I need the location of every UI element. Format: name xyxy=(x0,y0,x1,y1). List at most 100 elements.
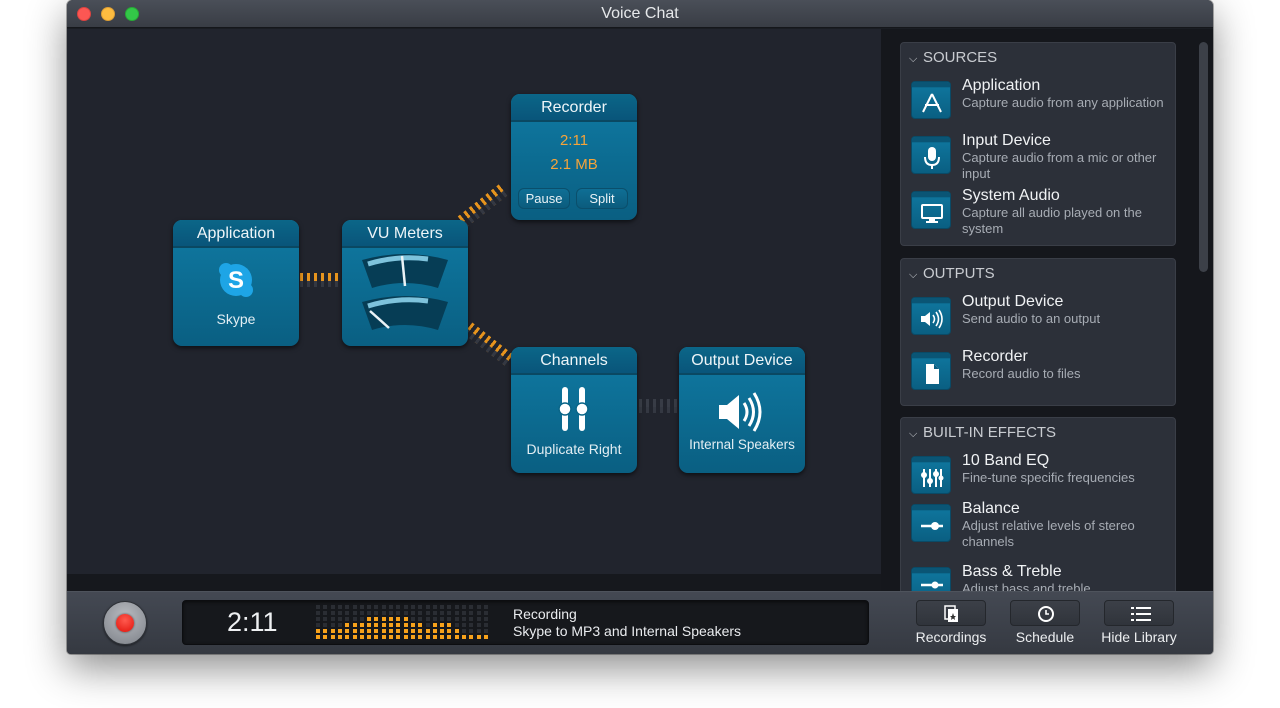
library-item-application[interactable]: Application Capture audio from any appli… xyxy=(911,77,1173,131)
meter-cell xyxy=(316,635,320,639)
meter-cell xyxy=(381,617,386,621)
meter-cell xyxy=(418,623,423,627)
meter-cell xyxy=(337,611,342,615)
meter-cell xyxy=(345,605,350,609)
meter-cell xyxy=(432,623,437,627)
meter-cell xyxy=(381,605,386,609)
meter-cell xyxy=(454,605,459,609)
item-description: Capture audio from any application xyxy=(962,95,1164,110)
section-title: SOURCES xyxy=(923,49,998,66)
status-line-2: Skype to MP3 and Internal Speakers xyxy=(513,623,742,639)
connector-vu-channels xyxy=(463,322,515,367)
meter-cell xyxy=(476,611,481,615)
meter-cell xyxy=(330,617,335,621)
meter-cell xyxy=(425,611,430,615)
meter-cell xyxy=(454,629,459,633)
meter-cell xyxy=(316,623,320,627)
meter-cell xyxy=(403,617,408,621)
item-name: Input Device xyxy=(962,132,1051,149)
node-application[interactable]: Application S Skype xyxy=(173,220,299,346)
meter-cell xyxy=(381,629,386,633)
meter-cell xyxy=(396,605,401,609)
meter-cell xyxy=(367,617,372,621)
split-button[interactable]: Split xyxy=(576,188,628,209)
node-subtitle: Duplicate Right xyxy=(526,441,622,457)
meter-cell xyxy=(359,605,364,609)
item-name: 10 Band EQ xyxy=(962,452,1050,469)
library-item-input-device[interactable]: Input Device Capture audio from a mic or… xyxy=(911,132,1173,186)
library-item-bass-treble[interactable]: Bass & Treble Adjust bass and treble xyxy=(911,563,1173,591)
section-title: OUTPUTS xyxy=(923,265,995,282)
meter-cell xyxy=(323,611,328,615)
meter-cell xyxy=(454,635,459,639)
meter-cell xyxy=(323,629,328,633)
meter-cell xyxy=(352,635,357,639)
meter-cell xyxy=(462,635,466,639)
meter-cell xyxy=(403,623,408,627)
recordings-icon xyxy=(944,605,958,622)
meter-cell xyxy=(345,611,350,615)
record-button[interactable] xyxy=(103,601,147,645)
node-channels[interactable]: Channels Duplicate Right xyxy=(511,347,637,473)
meter-cell xyxy=(396,623,401,627)
section-header[interactable]: ⌵ OUTPUTS xyxy=(901,259,1175,289)
meter-cell xyxy=(418,635,423,639)
meter-cell xyxy=(469,635,474,639)
node-title: Recorder xyxy=(511,94,637,122)
meter-cell xyxy=(330,605,335,609)
meter-cell xyxy=(396,611,401,615)
meter-cell xyxy=(337,623,342,627)
meter-cell xyxy=(367,605,372,609)
section-header[interactable]: ⌵ BUILT-IN EFFECTS xyxy=(901,418,1175,448)
meter-cell xyxy=(447,617,452,621)
pipeline-canvas[interactable]: Application S Skype VU Meters Recorder 2… xyxy=(67,29,881,574)
horizontal-scroll-area[interactable] xyxy=(67,574,881,591)
meter-cell xyxy=(418,605,423,609)
schedule-button[interactable] xyxy=(1010,600,1080,626)
meter-cell xyxy=(432,635,437,639)
meter-cell xyxy=(389,611,393,615)
item-description: Adjust relative levels of stereo channel… xyxy=(962,518,1135,549)
meter-cell xyxy=(440,611,445,615)
section-sources: ⌵ SOURCES Application Capture audio from … xyxy=(900,42,1176,246)
meter-cell xyxy=(374,635,379,639)
meter-cell xyxy=(389,635,393,639)
meter-cell xyxy=(352,605,357,609)
meter-cell xyxy=(476,605,481,609)
meter-cell xyxy=(374,611,379,615)
meter-cell xyxy=(447,635,452,639)
hide-library-button[interactable] xyxy=(1104,600,1174,626)
library-item-recorder[interactable]: Recorder Record audio to files xyxy=(911,348,1173,402)
meter-cell xyxy=(440,605,445,609)
chevron-down-icon: ⌵ xyxy=(909,428,918,440)
node-recorder[interactable]: Recorder 2:11 2.1 MB Pause Split xyxy=(511,94,637,220)
meter-cell xyxy=(440,617,445,621)
library-item-output-device[interactable]: Output Device Send audio to an output xyxy=(911,293,1173,347)
meter-cell xyxy=(359,629,364,633)
meter-cell xyxy=(418,611,423,615)
section-title: BUILT-IN EFFECTS xyxy=(923,424,1057,441)
meter-cell xyxy=(483,605,488,609)
meter-cell xyxy=(316,629,320,633)
node-output-device[interactable]: Output Device Internal Speakers xyxy=(679,347,805,473)
meter-cell xyxy=(483,611,488,615)
section-header[interactable]: ⌵ SOURCES xyxy=(901,43,1175,73)
item-description: Send audio to an output xyxy=(962,311,1101,326)
library-item-10-band-eq[interactable]: 10 Band EQ Fine-tune specific frequencie… xyxy=(911,452,1173,506)
pause-button[interactable]: Pause xyxy=(518,188,570,209)
node-subtitle: Internal Speakers xyxy=(689,437,795,452)
meter-cell xyxy=(345,629,350,633)
microphone-icon xyxy=(911,136,951,174)
sliders-icon xyxy=(558,387,589,431)
library-scrollbar[interactable] xyxy=(1199,42,1208,272)
library-item-system-audio[interactable]: System Audio Capture all audio played on… xyxy=(911,187,1173,241)
connector-application-vu xyxy=(300,273,340,287)
recordings-button[interactable] xyxy=(916,600,986,626)
title-bar[interactable]: Voice Chat xyxy=(67,0,1213,28)
meter-cell xyxy=(410,611,415,615)
library-item-balance[interactable]: Balance Adjust relative levels of stereo… xyxy=(911,500,1173,554)
item-name: Recorder xyxy=(962,348,1028,365)
item-name: Bass & Treble xyxy=(962,563,1062,580)
node-vu-meters[interactable]: VU Meters xyxy=(342,220,468,346)
meter-cell xyxy=(389,617,393,621)
